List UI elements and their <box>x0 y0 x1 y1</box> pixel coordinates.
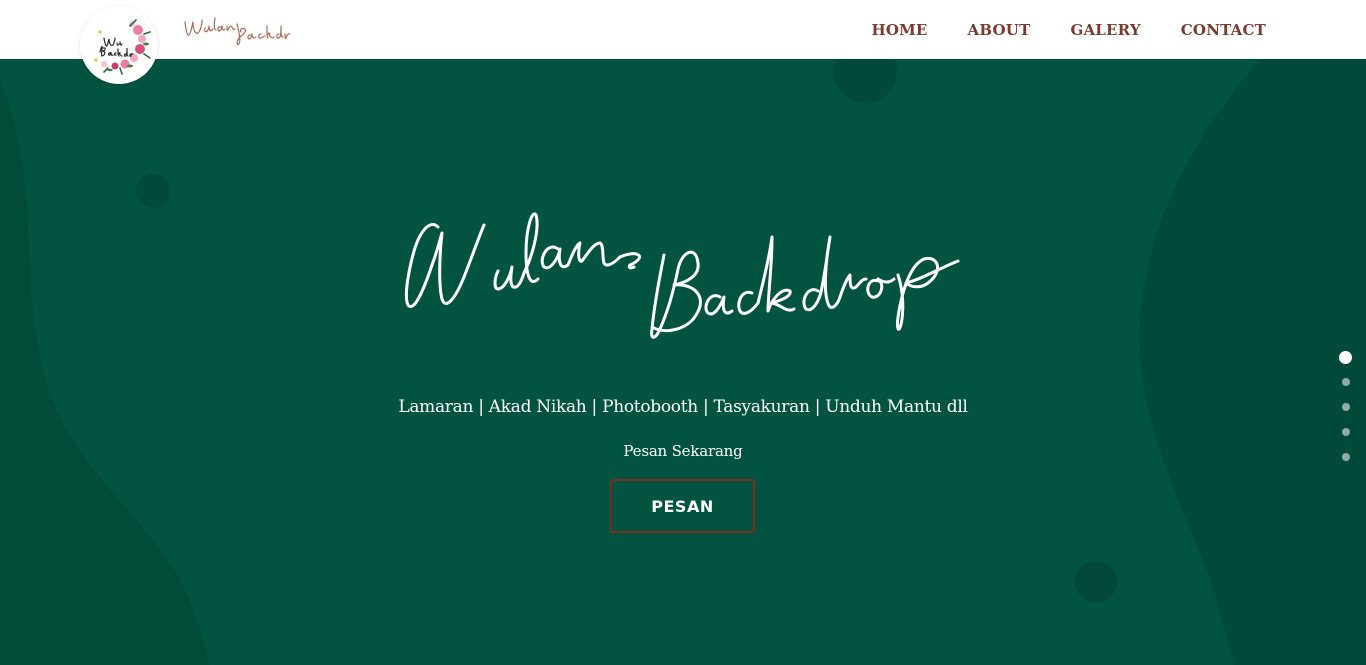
pesan-button[interactable]: PESAN <box>610 479 755 533</box>
slide-pagination <box>1339 351 1352 461</box>
brand-script-logo <box>184 17 291 46</box>
slide-dot-4[interactable] <box>1341 428 1350 436</box>
slide-dot-1[interactable] <box>1339 351 1352 364</box>
hero-background-shapes <box>0 59 1366 665</box>
main-nav: HOME ABOUT GALERY CONTACT <box>871 0 1266 59</box>
nav-about[interactable]: ABOUT <box>968 21 1031 39</box>
hero-script-title <box>404 212 960 339</box>
floral-logo-badge <box>80 6 158 84</box>
hero-title-wordmark <box>398 179 964 354</box>
brand-wordmark[interactable] <box>181 12 293 48</box>
hero-section: Lamaran | Akad Nikah | Photobooth | Tasy… <box>0 59 1366 665</box>
slide-dot-3[interactable] <box>1341 403 1350 411</box>
nav-contact[interactable]: CONTACT <box>1181 21 1266 39</box>
site-logo[interactable] <box>80 6 158 84</box>
site-header: HOME ABOUT GALERY CONTACT <box>0 0 1366 59</box>
hero-services-text: Lamaran | Akad Nikah | Photobooth | Tasy… <box>398 397 968 417</box>
hero-subtitle: Pesan Sekarang <box>623 442 743 460</box>
nav-galery[interactable]: GALERY <box>1070 21 1140 39</box>
slide-dot-2[interactable] <box>1341 378 1350 386</box>
nav-home[interactable]: HOME <box>871 21 927 39</box>
slide-dot-5[interactable] <box>1341 453 1350 461</box>
